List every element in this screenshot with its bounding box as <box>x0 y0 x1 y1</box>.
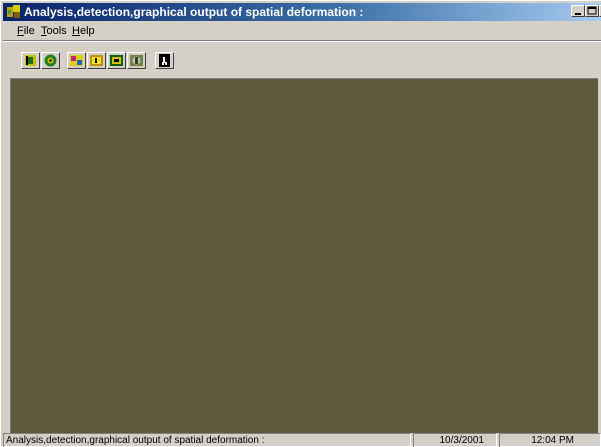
exit-icon <box>159 54 170 67</box>
minimize-icon <box>575 13 581 15</box>
menu-tools[interactable]: Tools <box>41 24 67 38</box>
graph-icon <box>110 55 123 66</box>
chart-icon <box>70 55 83 66</box>
toolbar-button-globe[interactable] <box>41 52 60 69</box>
status-bar: Analysis,detection,graphical output of s… <box>3 433 601 447</box>
minimize-button[interactable] <box>571 5 585 17</box>
detect-icon <box>90 55 103 66</box>
toolbar-button-tool[interactable] <box>21 52 40 69</box>
toolbar-button-map[interactable] <box>127 52 146 69</box>
toolbar-button-chart[interactable] <box>67 52 86 69</box>
app-icon <box>7 5 20 18</box>
menu-bar: File Tools Help <box>3 22 601 39</box>
map-icon <box>130 55 143 66</box>
window-title: Analysis,detection,graphical output of s… <box>24 5 364 19</box>
maximize-button[interactable] <box>585 5 599 17</box>
toolbar-button-exit[interactable] <box>155 52 174 69</box>
mdi-client-area[interactable] <box>10 78 598 433</box>
tool-icon <box>25 55 36 66</box>
status-message: Analysis,detection,graphical output of s… <box>3 433 411 447</box>
status-time: 12:04 PM <box>499 433 601 447</box>
menu-help[interactable]: Help <box>72 24 95 38</box>
status-date: 10/3/2001 <box>413 433 497 447</box>
toolbar-button-detect[interactable] <box>87 52 106 69</box>
title-bar[interactable]: Analysis,detection,graphical output of s… <box>3 3 601 21</box>
maximize-icon <box>587 6 597 15</box>
app-window: Analysis,detection,graphical output of s… <box>0 0 601 447</box>
menu-file[interactable]: File <box>17 24 35 38</box>
toolbar <box>3 42 601 77</box>
toolbar-button-graph[interactable] <box>107 52 126 69</box>
globe-icon <box>44 54 57 67</box>
